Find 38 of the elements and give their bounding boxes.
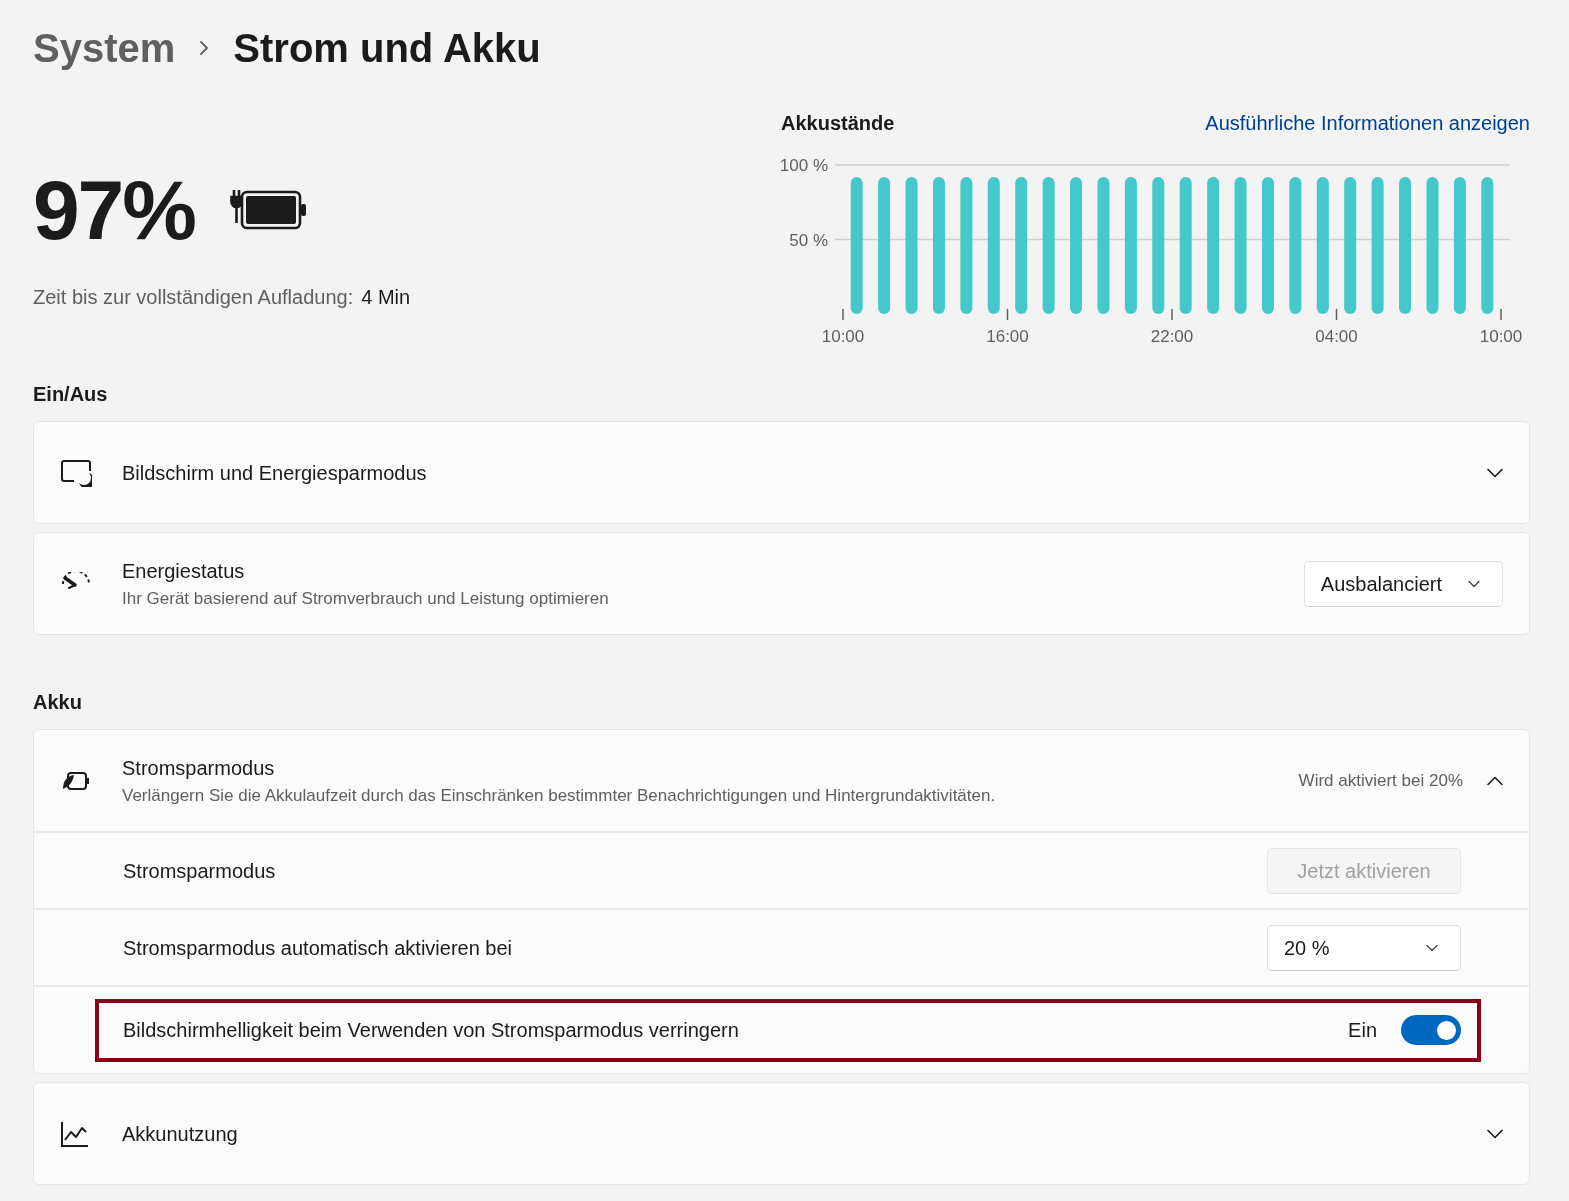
- x-axis-label: 22:00: [1150, 327, 1194, 346]
- expand-chevron-icon[interactable]: [1487, 1128, 1503, 1139]
- display-moon-icon: [60, 458, 92, 487]
- threshold-dropdown[interactable]: 20 %: [1267, 924, 1461, 971]
- section-heading: Akku: [33, 690, 83, 715]
- status-text: Wird aktiviert bei 20%: [1298, 769, 1463, 792]
- breadcrumb-link[interactable]: System: [33, 18, 176, 78]
- y-axis-label: 50 %: [789, 230, 828, 250]
- line-chart-icon: [60, 1119, 90, 1148]
- card-title: Stromsparmodus: [122, 755, 276, 781]
- power-mode-dropdown[interactable]: Ausbalanciert: [1303, 560, 1503, 607]
- section-heading: Ein/Aus: [33, 382, 109, 407]
- x-axis-label: 04:00: [1315, 327, 1358, 346]
- toggle-state-label: Ein: [1348, 1018, 1377, 1043]
- expand-chevron-icon[interactable]: [1487, 467, 1503, 478]
- chevron-right-icon: [199, 40, 210, 56]
- charge-time-value: 4 Min: [361, 285, 411, 310]
- setting-label: Stromsparmodus automatisch aktivieren bei: [123, 935, 514, 961]
- x-axis-label: 10:00: [821, 327, 865, 346]
- page-title: Strom und Akku: [233, 25, 541, 72]
- x-axis-label: 16:00: [986, 327, 1029, 346]
- chart-title: Akkustände: [781, 111, 895, 136]
- y-axis-label: 100 %: [779, 156, 828, 175]
- card-description: Verlängern Sie die Akkulaufzeit durch das Einschränken bestimmter Benachrichtigungen und Hintergrundaktivitäten.: [122, 784, 997, 807]
- setting-label: Stromsparmodus: [123, 858, 277, 884]
- x-axis-label: 10:00: [1479, 327, 1523, 346]
- battery-percentage: 97%: [33, 168, 195, 252]
- card-title: Akkunutzung: [122, 1121, 239, 1147]
- card-title: Bildschirm und Energiesparmodus: [122, 460, 428, 486]
- charge-time-label: Zeit bis zur vollständigen Aufladung:: [33, 285, 354, 310]
- setting-label: Bildschirmhelligkeit beim Verwenden von Stromsparmodus verringern: [123, 1018, 740, 1043]
- details-link[interactable]: Ausführliche Informationen anzeigen: [1205, 108, 1530, 138]
- chevron-down-icon: [1468, 579, 1480, 588]
- card-description: Ihr Gerät basierend auf Stromverbrauch und Leistung optimieren: [122, 587, 610, 610]
- collapse-chevron-icon[interactable]: [1487, 775, 1503, 786]
- card-title: Energiestatus: [122, 558, 246, 584]
- toggle-switch[interactable]: [1401, 1015, 1461, 1045]
- chevron-down-icon: [1426, 943, 1438, 952]
